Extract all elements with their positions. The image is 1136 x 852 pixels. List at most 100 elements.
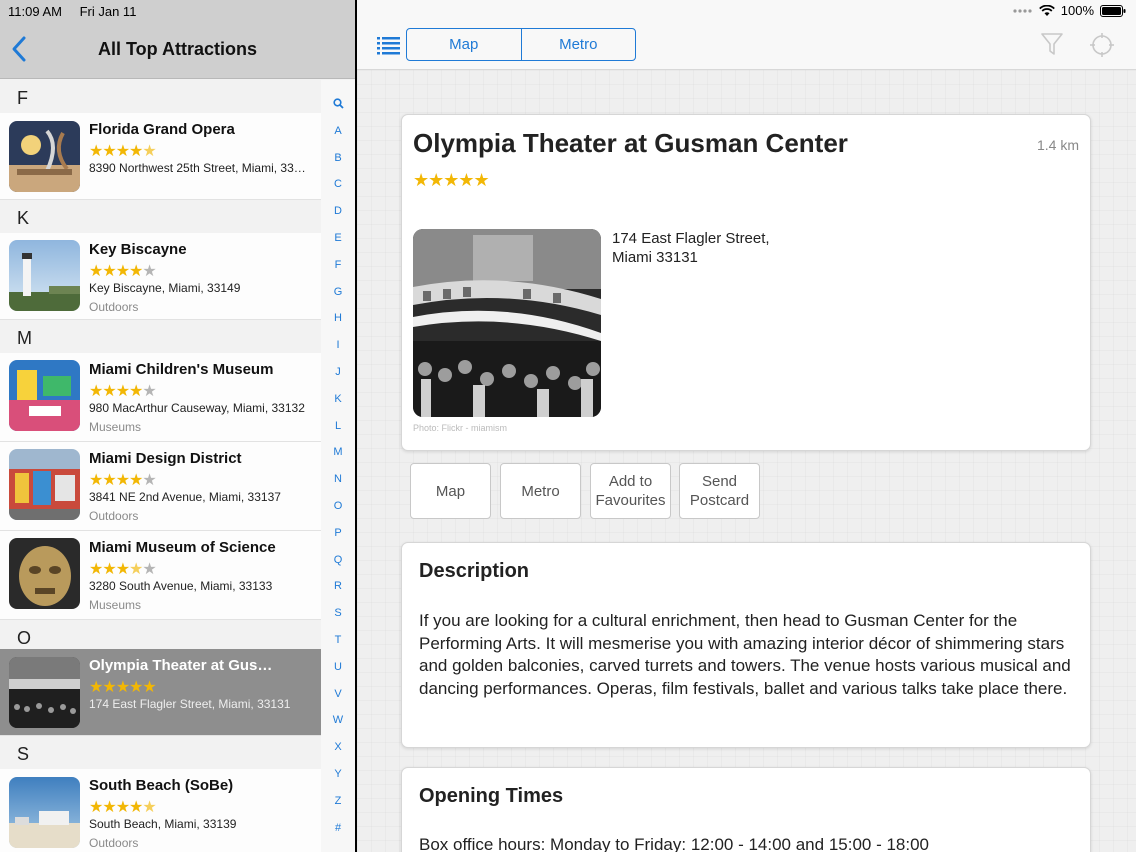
- index-letter[interactable]: U: [321, 661, 355, 673]
- segment-map[interactable]: Map: [407, 29, 521, 60]
- index-letter[interactable]: W: [321, 714, 355, 726]
- locate-crosshair-icon[interactable]: [1090, 33, 1114, 57]
- thumbnail-museum-of-science: [9, 538, 80, 609]
- opening-times-card: Opening Times Box office hours: Monday t…: [401, 767, 1091, 852]
- index-letter[interactable]: A: [321, 125, 355, 137]
- attraction-address-line2: Miami 33131: [612, 249, 698, 266]
- index-letter[interactable]: F: [321, 259, 355, 271]
- item-title: Florida Grand Opera: [89, 121, 235, 138]
- attractions-list[interactable]: F Florida Grand Opera ★★★★★ 8390 Northwe…: [0, 80, 321, 852]
- index-letter[interactable]: P: [321, 527, 355, 539]
- star-rating: ★★★★★: [89, 679, 157, 696]
- attraction-distance: 1.4 km: [1036, 137, 1079, 153]
- list-item[interactable]: Miami Museum of Science ★★★★★ 3280 South…: [0, 531, 321, 620]
- item-title: Olympia Theater at Gus…: [89, 657, 273, 674]
- index-letter[interactable]: L: [321, 420, 355, 432]
- map-button[interactable]: Map: [410, 463, 491, 519]
- list-item[interactable]: Miami Design District ★★★★★ 3841 NE 2nd …: [0, 442, 321, 531]
- opening-times-heading: Opening Times: [419, 785, 564, 807]
- list-item[interactable]: South Beach (SoBe) ★★★★★ South Beach, Mi…: [0, 769, 321, 852]
- wifi-icon: [1038, 4, 1055, 16]
- item-address: Key Biscayne, Miami, 33149: [89, 281, 241, 295]
- map-metro-segmented-control[interactable]: Map Metro: [406, 28, 636, 61]
- item-title: Key Biscayne: [89, 241, 187, 258]
- status-bar-right: 100%: [357, 0, 1136, 20]
- section-header: F: [0, 80, 321, 113]
- index-letter[interactable]: V: [321, 688, 355, 700]
- section-header: K: [0, 200, 321, 233]
- description-text: If you are looking for a cultural enrich…: [419, 611, 1071, 698]
- index-letter[interactable]: B: [321, 152, 355, 164]
- index-letter[interactable]: D: [321, 205, 355, 217]
- item-title: Miami Children's Museum: [89, 361, 274, 378]
- index-letter[interactable]: S: [321, 607, 355, 619]
- thumbnail-key-biscayne: [9, 240, 80, 311]
- filter-icon[interactable]: [1041, 32, 1063, 56]
- star-rating: ★★★★★: [89, 263, 157, 280]
- list-item[interactable]: Florida Grand Opera ★★★★★ 8390 Northwest…: [0, 113, 321, 200]
- list-view-icon[interactable]: [377, 35, 401, 55]
- section-index-bar[interactable]: A B C D E F G H I J K L M N O P Q R S T U V W X Y Z #: [321, 80, 355, 852]
- item-category: Museums: [89, 598, 142, 612]
- index-letter[interactable]: Q: [321, 554, 355, 566]
- star-rating: ★★★★★: [89, 383, 157, 400]
- list-item[interactable]: Miami Children's Museum ★★★★★ 980 MacArt…: [0, 353, 321, 442]
- attraction-star-rating: ★★★★★: [413, 170, 490, 190]
- item-title: Miami Design District: [89, 450, 242, 467]
- segment-metro[interactable]: Metro: [520, 29, 636, 60]
- signal-icon: [1013, 8, 1032, 13]
- thumbnail-olympia-theater: [9, 657, 80, 728]
- detail-toolbar: Map Metro: [357, 20, 1136, 70]
- master-title: All Top Attractions: [98, 39, 257, 59]
- thumbnail-childrens-museum: [9, 360, 80, 431]
- index-letter[interactable]: I: [321, 339, 355, 351]
- index-letter[interactable]: N: [321, 473, 355, 485]
- status-bar-left: 11:09 AM Fri Jan 11: [0, 0, 355, 22]
- item-category: Outdoors: [89, 300, 139, 314]
- index-letter[interactable]: T: [321, 634, 355, 646]
- item-title: South Beach (SoBe): [89, 777, 234, 794]
- section-letter: K: [17, 208, 30, 228]
- index-letter[interactable]: Y: [321, 768, 355, 780]
- thumbnail-opera: [9, 121, 80, 192]
- description-heading: Description: [419, 560, 530, 582]
- send-postcard-button[interactable]: Send Postcard: [679, 463, 760, 519]
- metro-button[interactable]: Metro: [500, 463, 581, 519]
- index-letter[interactable]: O: [321, 500, 355, 512]
- item-category: Outdoors: [89, 509, 139, 523]
- star-rating: ★★★★★: [89, 799, 157, 816]
- index-letter[interactable]: E: [321, 232, 355, 244]
- attraction-photo[interactable]: [413, 229, 601, 417]
- index-letter[interactable]: J: [321, 366, 355, 378]
- index-letter[interactable]: #: [321, 822, 355, 834]
- index-letter[interactable]: H: [321, 312, 355, 324]
- item-address: 980 MacArthur Causeway, Miami, 33132: [89, 401, 305, 415]
- item-title: Miami Museum of Science: [89, 539, 276, 556]
- section-letter: O: [17, 628, 32, 648]
- master-navbar: All Top Attractions: [0, 22, 355, 79]
- section-header: S: [0, 736, 321, 769]
- list-item-selected[interactable]: Olympia Theater at Gus… ★★★★★ 174 East F…: [0, 649, 321, 736]
- section-letter: M: [17, 328, 32, 348]
- description-card: Description If you are looking for a cul…: [401, 542, 1091, 748]
- index-letter[interactable]: R: [321, 580, 355, 592]
- index-letter[interactable]: G: [321, 286, 355, 298]
- item-category: Museums: [89, 420, 142, 434]
- index-letter[interactable]: C: [321, 178, 355, 190]
- star-rating: ★★★★★: [89, 143, 157, 160]
- status-time: 11:09 AM: [8, 4, 62, 19]
- index-letter[interactable]: Z: [321, 795, 355, 807]
- index-search-icon[interactable]: [321, 98, 355, 112]
- index-letter[interactable]: K: [321, 393, 355, 405]
- item-category: Outdoors: [89, 836, 139, 850]
- list-item[interactable]: Key Biscayne ★★★★★ Key Biscayne, Miami, …: [0, 233, 321, 320]
- battery-percent: 100%: [1060, 3, 1094, 18]
- thumbnail-design-district: [9, 449, 80, 520]
- star-rating: ★★★★★: [89, 472, 157, 489]
- index-letter[interactable]: M: [321, 446, 355, 458]
- index-letter[interactable]: X: [321, 741, 355, 753]
- item-address: 3280 South Avenue, Miami, 33133: [89, 579, 273, 593]
- add-to-favourites-button[interactable]: Add to Favourites: [590, 463, 671, 519]
- item-address: 3841 NE 2nd Avenue, Miami, 33137: [89, 490, 281, 504]
- status-date: Fri Jan 11: [79, 4, 137, 19]
